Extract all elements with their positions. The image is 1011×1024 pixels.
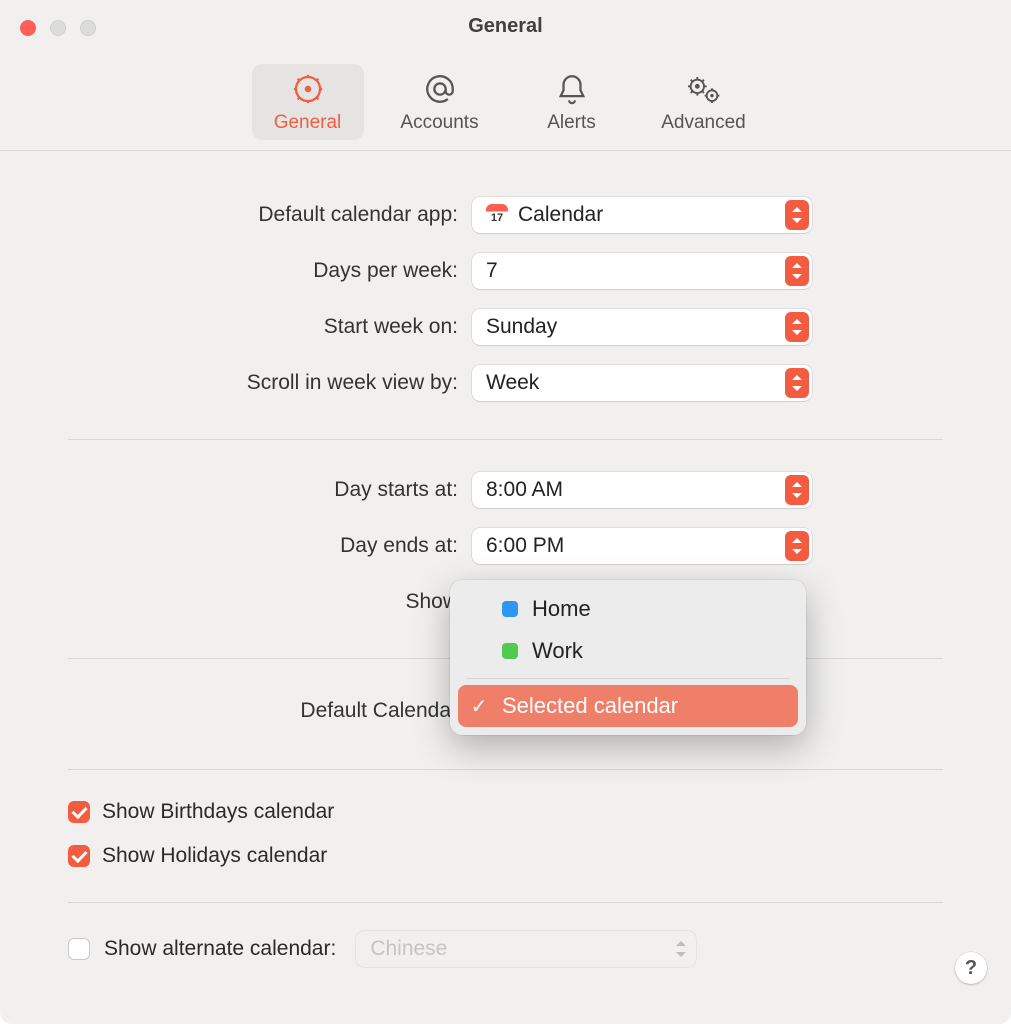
tab-advanced[interactable]: Advanced bbox=[648, 64, 760, 140]
day-starts-popup[interactable]: 8:00 AM bbox=[472, 472, 812, 508]
section-show-calendars: Show Birthdays calendar Show Holidays ca… bbox=[68, 770, 943, 903]
label-default-app: Default calendar app: bbox=[68, 203, 458, 227]
row-default-app: Default calendar app: Calendar bbox=[68, 187, 943, 243]
stepper-icon bbox=[785, 531, 809, 561]
default-app-popup[interactable]: Calendar bbox=[472, 197, 812, 233]
row-show-alternate: Show alternate calendar: Chinese bbox=[68, 927, 943, 971]
row-start-week: Start week on: Sunday bbox=[68, 299, 943, 355]
row-scroll-week: Scroll in week view by: Week bbox=[68, 355, 943, 411]
gears-icon bbox=[684, 72, 724, 106]
label-scroll-week: Scroll in week view by: bbox=[68, 371, 458, 395]
window-title: General bbox=[0, 15, 1011, 38]
preferences-window: General bbox=[0, 0, 1011, 1024]
label-day-ends: Day ends at: bbox=[68, 534, 458, 558]
checkbox-holidays[interactable] bbox=[68, 845, 90, 867]
help-icon: ? bbox=[965, 957, 977, 980]
checkbox-birthdays[interactable] bbox=[68, 801, 90, 823]
bell-icon bbox=[555, 72, 589, 106]
checkbox-label: Show Holidays calendar bbox=[102, 844, 327, 868]
help-button[interactable]: ? bbox=[955, 952, 987, 984]
popup-value: Week bbox=[486, 371, 539, 395]
menu-item-home[interactable]: Home bbox=[458, 588, 798, 630]
checkbox-alternate[interactable] bbox=[68, 938, 90, 960]
popup-value: Chinese bbox=[370, 937, 447, 961]
start-week-popup[interactable]: Sunday bbox=[472, 309, 812, 345]
popup-value: Sunday bbox=[486, 315, 557, 339]
tab-label: General bbox=[274, 112, 342, 134]
tab-general[interactable]: General bbox=[252, 64, 364, 140]
label-day-starts: Day starts at: bbox=[68, 478, 458, 502]
popup-value: 8:00 AM bbox=[486, 478, 563, 502]
calendar-color-swatch bbox=[502, 643, 518, 659]
day-ends-popup[interactable]: 6:00 PM bbox=[472, 528, 812, 564]
scroll-week-popup[interactable]: Week bbox=[472, 365, 812, 401]
calendar-app-icon bbox=[486, 204, 508, 226]
row-days-per-week: Days per week: 7 bbox=[68, 243, 943, 299]
default-calendar-menu[interactable]: Home Work Selected calendar bbox=[450, 580, 806, 735]
popup-value: 7 bbox=[486, 259, 498, 283]
tab-alerts[interactable]: Alerts bbox=[516, 64, 628, 140]
titlebar: General bbox=[0, 0, 1011, 151]
gear-icon bbox=[291, 72, 325, 106]
label-days-per-week: Days per week: bbox=[68, 259, 458, 283]
row-show-holidays: Show Holidays calendar bbox=[68, 834, 943, 878]
section-general-1: Default calendar app: Calendar Days per … bbox=[68, 181, 943, 440]
label-show: Show bbox=[68, 590, 458, 614]
label-default-calendar: Default Calendar bbox=[68, 699, 458, 723]
menu-item-selected-calendar[interactable]: Selected calendar bbox=[458, 685, 798, 727]
menu-item-label: Home bbox=[532, 596, 591, 622]
at-sign-icon bbox=[423, 72, 457, 106]
section-alternate: Show alternate calendar: Chinese bbox=[68, 903, 943, 999]
content-area: Default calendar app: Calendar Days per … bbox=[0, 151, 1011, 999]
alternate-calendar-popup: Chinese bbox=[356, 931, 696, 967]
stepper-icon bbox=[785, 475, 809, 505]
stepper-icon bbox=[785, 312, 809, 342]
menu-item-work[interactable]: Work bbox=[458, 630, 798, 672]
label-start-week: Start week on: bbox=[68, 315, 458, 339]
tab-accounts[interactable]: Accounts bbox=[384, 64, 496, 140]
stepper-icon bbox=[669, 934, 693, 964]
row-day-ends: Day ends at: 6:00 PM bbox=[68, 518, 943, 574]
stepper-icon bbox=[785, 368, 809, 398]
calendar-color-swatch bbox=[502, 601, 518, 617]
row-show-birthdays: Show Birthdays calendar bbox=[68, 790, 943, 834]
row-day-starts: Day starts at: 8:00 AM bbox=[68, 462, 943, 518]
menu-item-label: Selected calendar bbox=[502, 693, 678, 719]
tab-label: Advanced bbox=[661, 112, 746, 134]
days-per-week-popup[interactable]: 7 bbox=[472, 253, 812, 289]
checkbox-label: Show alternate calendar: bbox=[104, 937, 336, 961]
menu-separator bbox=[466, 678, 790, 679]
stepper-icon bbox=[785, 256, 809, 286]
checkbox-label: Show Birthdays calendar bbox=[102, 800, 334, 824]
check-icon bbox=[470, 694, 488, 719]
popup-value: Calendar bbox=[518, 203, 603, 227]
popup-value: 6:00 PM bbox=[486, 534, 564, 558]
stepper-icon bbox=[785, 200, 809, 230]
toolbar-tabs: General Accounts Alerts bbox=[0, 64, 1011, 140]
tab-label: Accounts bbox=[400, 112, 478, 134]
menu-item-label: Work bbox=[532, 638, 583, 664]
tab-label: Alerts bbox=[547, 112, 596, 134]
